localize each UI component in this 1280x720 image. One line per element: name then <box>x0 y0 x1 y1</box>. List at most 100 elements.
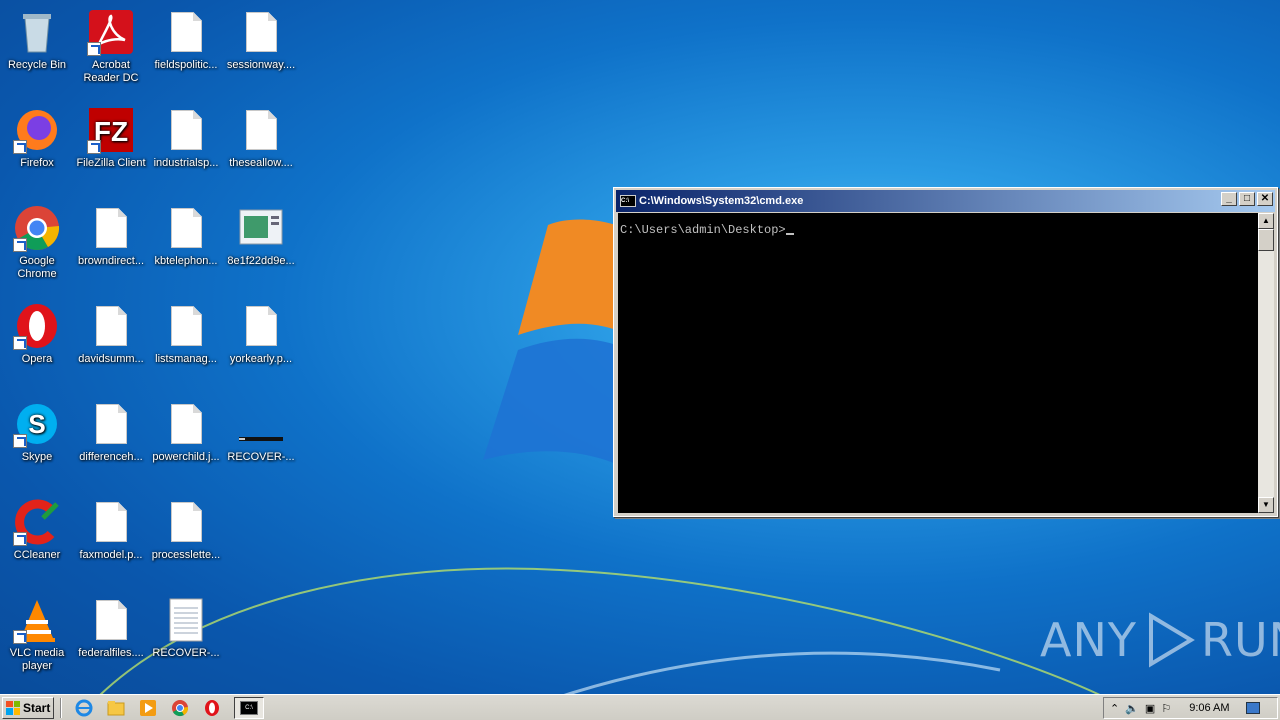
minimize-button[interactable]: _ <box>1221 192 1237 206</box>
show-desktop-icon[interactable] <box>1245 702 1260 714</box>
desktop-icon-label: yorkearly.p... <box>229 353 293 365</box>
file-icon <box>162 400 210 448</box>
desktop-icon-label: Firefox <box>20 157 54 169</box>
desktop-icon-vlc[interactable]: VLC media player <box>0 592 74 684</box>
start-button[interactable]: Start <box>2 696 54 719</box>
shortcut-arrow-icon <box>13 140 27 154</box>
desktop-icon-label: faxmodel.p... <box>79 549 143 561</box>
cmd-console[interactable]: C:\Users\admin\Desktop> <box>618 213 1258 513</box>
desktop-icon-file[interactable]: differenceh... <box>74 396 148 488</box>
file-icon <box>237 8 285 56</box>
desktop-icon-image-file[interactable]: 8e1f22dd9e... <box>224 200 298 292</box>
network-icon[interactable]: ▣ <box>1145 702 1155 715</box>
desktop-icon-label: RECOVER-... <box>152 647 220 659</box>
desktop-icon-label: Recycle Bin <box>7 59 67 71</box>
file-icon <box>87 498 135 546</box>
file-icon <box>87 400 135 448</box>
desktop-icon-filezilla[interactable]: FZ FileZilla Client <box>74 102 148 194</box>
desktop-icon-skype[interactable]: S Skype <box>0 396 74 488</box>
chrome-icon[interactable] <box>169 697 191 719</box>
desktop-icon-label: FileZilla Client <box>76 157 146 169</box>
acrobat-icon <box>87 8 135 56</box>
play-logo-icon <box>1148 612 1195 668</box>
watermark-text-left: ANY <box>1040 613 1137 667</box>
action-center-flag-icon[interactable]: ⚐ <box>1161 702 1171 715</box>
desktop-icon-label: browndirect... <box>77 255 145 267</box>
explorer-folder-icon[interactable] <box>105 697 127 719</box>
taskbar-separator <box>60 697 62 718</box>
desktop-icon-opera[interactable]: Opera <box>0 298 74 390</box>
maximize-button[interactable]: □ <box>1239 192 1255 206</box>
desktop-icon-label: VLC media player <box>9 647 65 672</box>
desktop-icon-label: Opera <box>21 353 53 365</box>
desktop-icon-label: RECOVER-... <box>227 451 295 463</box>
desktop-icon-file[interactable]: theseallow.... <box>224 102 298 194</box>
desktop-icon-file[interactable]: processlette... <box>149 494 223 586</box>
desktop-icon-file[interactable]: kbtelephon... <box>149 200 223 292</box>
vertical-scrollbar[interactable]: ▲ ▼ <box>1258 213 1274 513</box>
system-tray: ⌃ 🔈 ▣ ⚐ 9:06 AM <box>1103 697 1278 719</box>
desktop-icon-label: fieldspolitic... <box>154 59 218 71</box>
desktop-icon-acrobat[interactable]: Acrobat Reader DC <box>74 4 148 96</box>
desktop-icon-label: Skype <box>21 451 53 463</box>
desktop-icon-chrome[interactable]: Google Chrome <box>0 200 74 292</box>
scroll-thumb[interactable] <box>1258 229 1274 251</box>
vlc-icon <box>13 596 61 644</box>
desktop-icon-file[interactable]: davidsumm... <box>74 298 148 390</box>
desktop-icon-file[interactable]: sessionway.... <box>224 4 298 96</box>
cmd-cursor <box>785 233 794 235</box>
taskbar: Start C:\ ⌃ 🔈 ▣ ⚐ 9:06 AM <box>0 694 1280 720</box>
cmd-icon: C:\ <box>240 700 258 715</box>
anyrun-watermark: ANY RUN <box>1040 612 1280 668</box>
file-icon <box>162 8 210 56</box>
opera-icon[interactable] <box>201 697 223 719</box>
cmd-window[interactable]: C:\ C:\Windows\System32\cmd.exe _ □ ✕ C:… <box>613 187 1278 517</box>
cmd-title-bar[interactable]: C:\ C:\Windows\System32\cmd.exe <box>616 190 1275 212</box>
opera-icon <box>13 302 61 350</box>
close-button[interactable]: ✕ <box>1257 192 1273 206</box>
desktop-icon-file[interactable]: browndirect... <box>74 200 148 292</box>
desktop-icon-file[interactable]: industrialsp... <box>149 102 223 194</box>
desktop-icon-file[interactable]: faxmodel.p... <box>74 494 148 586</box>
scroll-down-arrow-icon[interactable]: ▼ <box>1258 497 1274 513</box>
desktop-icon-label: 8e1f22dd9e... <box>227 255 295 267</box>
chrome-icon <box>13 204 61 252</box>
recycle-bin-icon <box>13 8 61 56</box>
taskbar-cmd-button[interactable]: C:\ <box>234 696 264 719</box>
desktop-icon-file[interactable]: fieldspolitic... <box>149 4 223 96</box>
file-icon <box>237 302 285 350</box>
desktop-icon-file[interactable]: federalfiles.... <box>74 592 148 684</box>
window-controls: _ □ ✕ <box>1221 192 1273 206</box>
desktop-icon-label: listsmanag... <box>155 353 217 365</box>
desktop-icon-label: CCleaner <box>13 549 61 561</box>
desktop-icon-html-file[interactable]: RECOVER-... <box>224 396 298 488</box>
desktop-icon-file[interactable]: yorkearly.p... <box>224 298 298 390</box>
desktop-icon-ccleaner[interactable]: CCleaner <box>0 494 74 586</box>
cmd-prompt: C:\Users\admin\Desktop> <box>620 223 786 237</box>
scroll-up-arrow-icon[interactable]: ▲ <box>1258 213 1274 229</box>
filezilla-icon: FZ <box>87 106 135 154</box>
ccleaner-icon <box>13 498 61 546</box>
windows-logo-icon <box>6 700 20 715</box>
internet-explorer-icon[interactable] <box>73 697 95 719</box>
wallpaper-windows-flag <box>483 219 628 470</box>
file-icon <box>162 302 210 350</box>
shortcut-arrow-icon <box>13 630 27 644</box>
clock[interactable]: 9:06 AM <box>1189 702 1229 714</box>
desktop-icon-label: differenceh... <box>79 451 143 463</box>
image-file-icon <box>237 204 285 252</box>
volume-icon[interactable]: 🔈 <box>1125 702 1139 715</box>
file-icon <box>87 596 135 644</box>
shortcut-arrow-icon <box>13 238 27 252</box>
cmd-icon: C:\ <box>620 195 636 207</box>
desktop-icon-label: industrialsp... <box>153 157 219 169</box>
desktop-icon-text-file[interactable]: RECOVER-... <box>149 592 223 684</box>
media-player-icon[interactable] <box>137 697 159 719</box>
desktop-icon-file[interactable]: powerchild.j... <box>149 396 223 488</box>
desktop-icon-file[interactable]: listsmanag... <box>149 298 223 390</box>
desktop-icon-firefox[interactable]: Firefox <box>0 102 74 194</box>
file-icon <box>87 302 135 350</box>
shortcut-arrow-icon <box>13 434 27 448</box>
desktop-icon-recycle-bin[interactable]: Recycle Bin <box>0 4 74 96</box>
show-hidden-icons-icon[interactable]: ⌃ <box>1110 702 1119 715</box>
